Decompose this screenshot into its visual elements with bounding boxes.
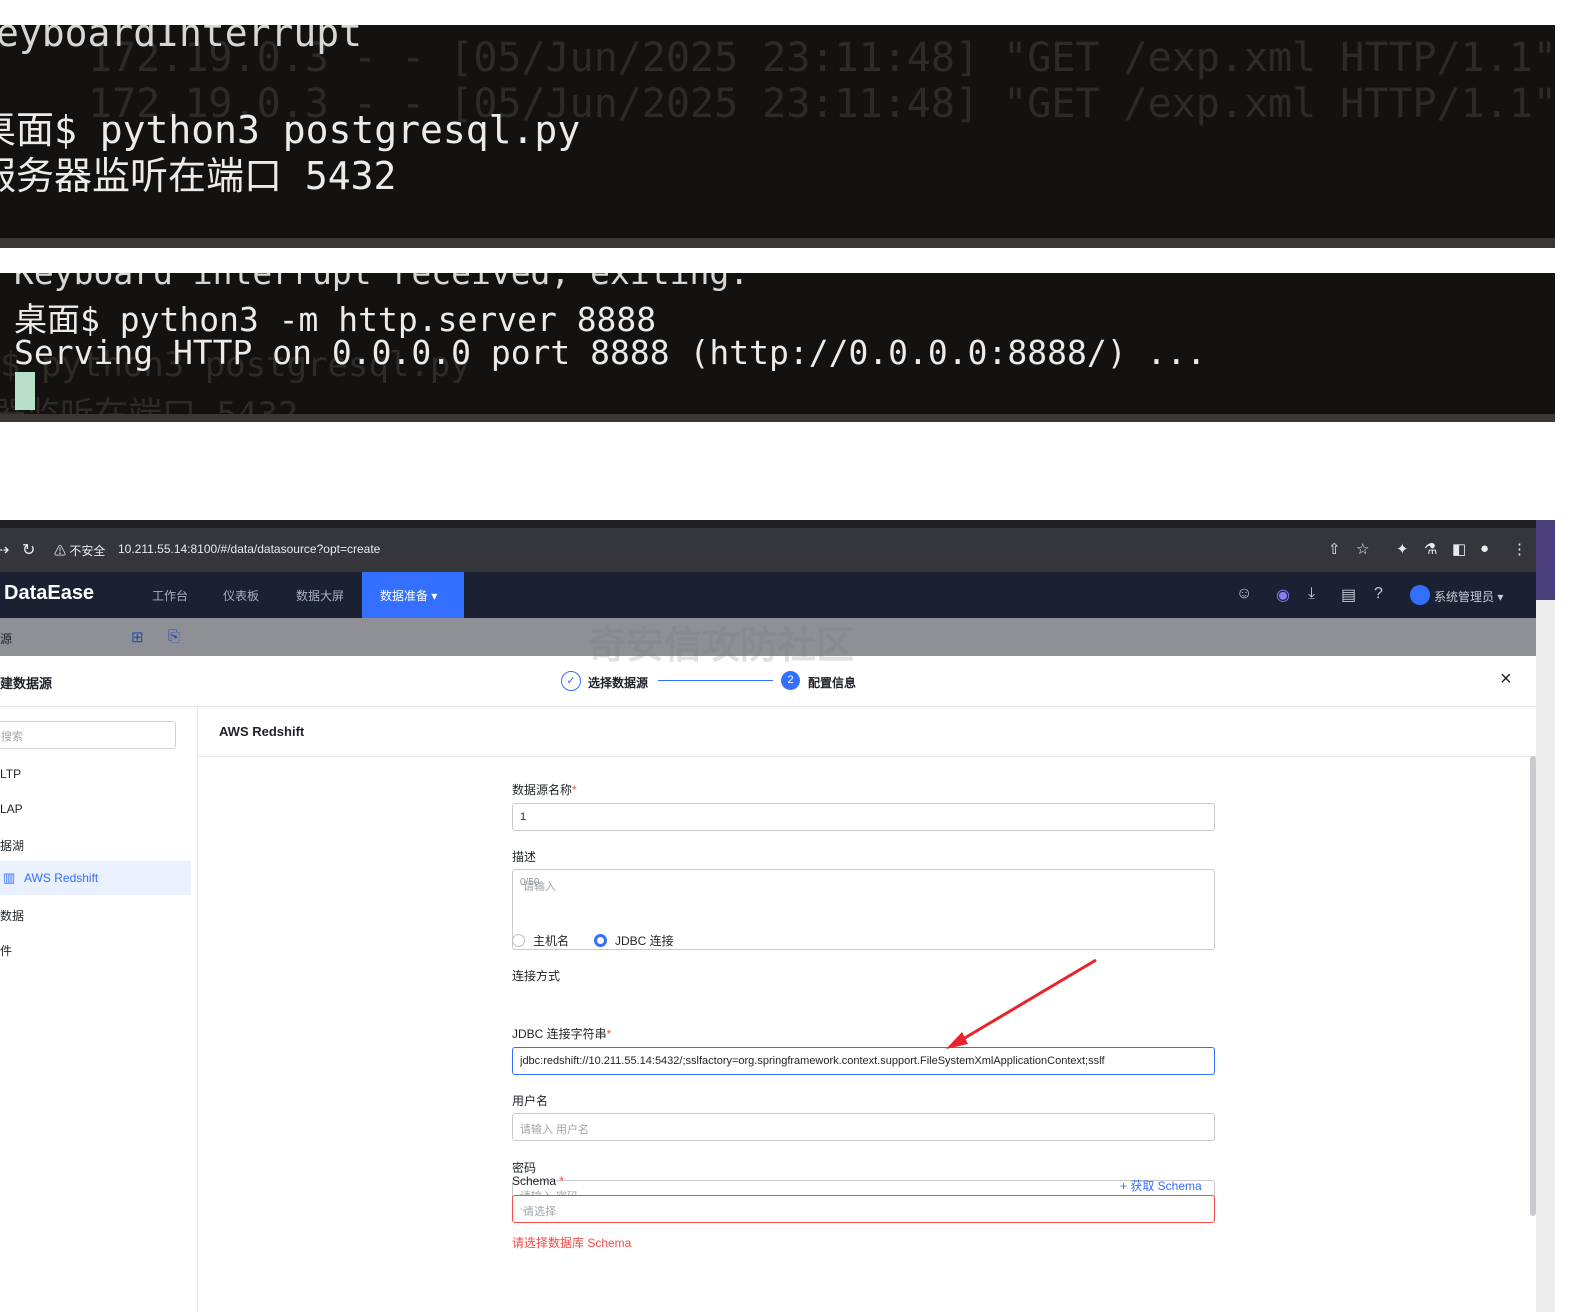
arrow-head <box>946 1032 968 1049</box>
annotation-arrow <box>946 958 1097 1049</box>
arrow-shaft <box>957 958 1097 1044</box>
